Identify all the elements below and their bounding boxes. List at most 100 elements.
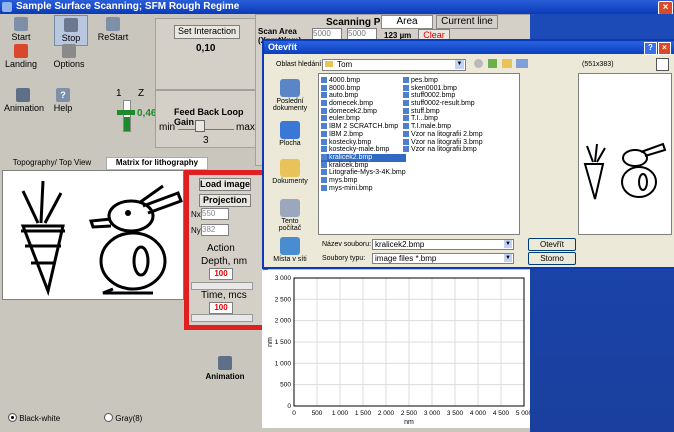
file-item[interactable]: stuff0002.bmp <box>403 92 483 100</box>
feedback-slider-thumb[interactable] <box>195 120 205 132</box>
file-item[interactable]: T.I...bmp <box>403 115 483 123</box>
open-button[interactable]: Otevřít <box>528 238 576 251</box>
file-item[interactable]: Vzor na litografii.bmp <box>403 146 483 154</box>
cancel-button[interactable]: Storno <box>528 252 576 265</box>
litho-panel-frame: Load image Projection Nx 550 Ny 382 Acti… <box>184 170 268 330</box>
file-item[interactable]: IBM 2 SCRATCH.bmp <box>321 123 406 131</box>
file-name: mys-mini.bmp <box>329 184 373 192</box>
bitmap-icon <box>403 77 409 83</box>
computer-icon <box>280 199 300 217</box>
dialog-close-icon[interactable]: × <box>658 42 671 55</box>
tab-area[interactable]: Area <box>381 15 433 29</box>
options-button[interactable]: Options <box>52 44 86 69</box>
file-item[interactable]: kralicek.bmp <box>321 161 406 170</box>
place-network[interactable]: Místa v síti <box>272 237 308 263</box>
file-item[interactable]: Vzor na litografii 2.bmp <box>403 130 483 139</box>
depth-field[interactable]: 100 <box>209 268 233 280</box>
file-item[interactable]: kostecky-male.bmp <box>321 146 406 154</box>
animation-control[interactable]: Animation <box>203 356 247 381</box>
network-icon <box>280 237 300 255</box>
bitmap-icon <box>321 115 327 122</box>
place-desktop[interactable]: Plocha <box>272 121 308 147</box>
preview-pane <box>578 73 672 235</box>
file-item[interactable]: euler.bmp <box>321 115 406 123</box>
stop-button[interactable]: Stop <box>54 15 88 46</box>
file-item[interactable]: stuff.bmp <box>403 107 483 116</box>
file-item[interactable]: stuff0002-result.bmp <box>403 100 483 108</box>
projection-button[interactable]: Projection <box>199 194 251 207</box>
file-item[interactable]: kostecky.bmp <box>321 138 406 147</box>
file-item[interactable]: 4000.bmp <box>321 77 406 85</box>
file-name: euler.bmp <box>329 115 360 123</box>
look-in-select[interactable]: Tom ▼ <box>322 59 466 71</box>
tab-matrix[interactable]: Matrix for lithography <box>106 157 208 171</box>
new-folder-icon[interactable] <box>502 59 512 68</box>
depth-scrollbar[interactable] <box>191 282 253 290</box>
x-tick-label: 0 <box>292 410 296 417</box>
file-item[interactable]: IBM 2.bmp <box>321 130 406 139</box>
bitmap-icon <box>321 100 327 107</box>
view-menu-icon[interactable] <box>516 59 528 68</box>
set-interaction-button[interactable]: Set Interaction <box>174 25 240 39</box>
landing-button[interactable]: Landing <box>4 44 38 69</box>
filename-input[interactable]: kralicek2.bmp ▼ <box>372 239 514 250</box>
place-documents[interactable]: Dokumenty <box>272 159 308 185</box>
dialog-help-icon[interactable]: ? <box>644 42 657 55</box>
filetype-dropdown-icon[interactable]: ▼ <box>504 254 512 262</box>
up-folder-icon[interactable] <box>488 59 497 68</box>
x-tick-label: 4 500 <box>493 410 510 417</box>
time-label: Time, mcs <box>201 290 247 301</box>
bw-radio[interactable]: Black-white <box>8 413 60 423</box>
time-scrollbar[interactable] <box>191 314 253 322</box>
close-icon[interactable]: × <box>658 1 673 15</box>
file-item-selected[interactable]: kralicek2.bmp <box>321 153 406 162</box>
restart-button[interactable]: ReStart <box>96 17 130 42</box>
file-item[interactable]: Vzor na litografii 3.bmp <box>403 138 483 147</box>
file-name: Vzor na litografii.bmp <box>411 146 477 154</box>
file-item[interactable]: sken0001.bmp <box>403 84 483 93</box>
file-item[interactable]: domecek.bmp <box>321 100 406 108</box>
load-image-button[interactable]: Load image <box>199 178 251 191</box>
file-list[interactable]: 4000.bmp 8000.bmp auto.bmp domecek.bmp d… <box>318 73 520 235</box>
back-icon[interactable] <box>474 59 483 68</box>
stop-label: Stop <box>61 33 81 43</box>
place-recent[interactable]: Poslední dokumenty <box>272 79 308 112</box>
bitmap-icon <box>321 130 327 137</box>
z-slider-track[interactable] <box>123 100 131 132</box>
feedback-slider[interactable] <box>178 120 234 132</box>
file-item[interactable]: auto.bmp <box>321 92 406 100</box>
filename-dropdown-icon[interactable]: ▼ <box>504 240 512 248</box>
places-bar: Poslední dokumenty Plocha Dokumenty Tent… <box>266 73 314 263</box>
file-item[interactable]: 8000.bmp <box>321 84 406 93</box>
file-name: kralicek.bmp <box>329 161 369 169</box>
y-tick-label: 2 500 <box>275 296 292 303</box>
tab-topography[interactable]: Topography/ Top View <box>2 158 102 168</box>
ny-label: Ny <box>191 226 201 235</box>
preview-image <box>583 142 667 200</box>
preview-toggle-icon[interactable] <box>656 58 669 71</box>
y-axis-label: nm <box>267 337 274 347</box>
file-item[interactable]: pes.bmp <box>403 77 483 85</box>
animation-button[interactable]: Animation <box>4 88 44 113</box>
nx-field[interactable]: 550 <box>201 208 229 220</box>
start-label: Start <box>11 32 31 42</box>
file-item[interactable]: T.I.male.bmp <box>403 123 483 131</box>
x-tick-label: 4 000 <box>470 410 487 417</box>
filetype-select[interactable]: image files *.bmp ▼ <box>372 253 514 264</box>
file-item[interactable]: mys-mini.bmp <box>321 184 406 193</box>
file-item[interactable]: Litografie-Mys-3-4K.bmp <box>321 169 406 177</box>
depth-label: Depth, nm <box>201 256 248 267</box>
place-computer[interactable]: Tento počítač <box>272 199 308 232</box>
help-button[interactable]: ? Help <box>48 88 78 113</box>
bitmap-icon <box>403 130 409 137</box>
file-item[interactable]: domecek2.bmp <box>321 107 406 116</box>
start-button[interactable]: Start <box>6 17 36 42</box>
ny-field[interactable]: 382 <box>201 224 229 236</box>
chevron-down-icon: ▼ <box>455 60 464 69</box>
dialog-title: Otevřít <box>268 42 298 52</box>
gray-radio[interactable]: Gray(8) <box>104 413 142 423</box>
time-field[interactable]: 100 <box>209 302 233 314</box>
z-slider-thumb[interactable] <box>117 110 135 115</box>
tab-current-line[interactable]: Current line <box>436 15 498 29</box>
file-item[interactable]: mys.bmp <box>321 176 406 185</box>
